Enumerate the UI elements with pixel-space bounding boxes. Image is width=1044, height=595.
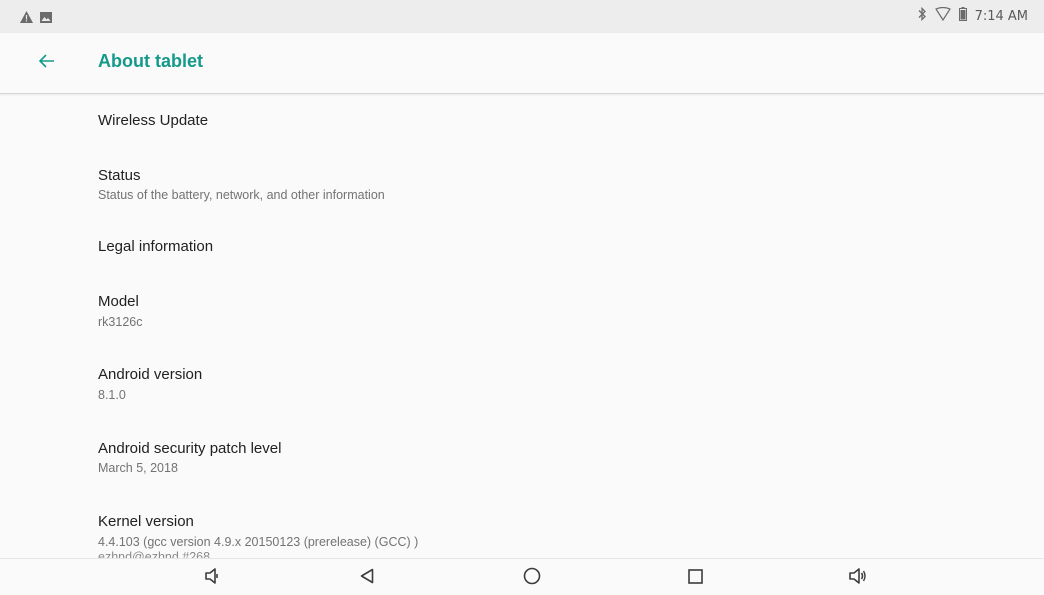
item-title: Wireless Update (98, 112, 209, 129)
battery-icon (958, 7, 967, 25)
list-item-security-patch-level[interactable]: Android security patch level March 5, 20… (0, 427, 1044, 501)
list-item-status[interactable]: Status Status of the battery, network, a… (0, 151, 1044, 217)
list-item-model[interactable]: Model rk3126c (0, 278, 1044, 351)
volume-up-icon (849, 568, 867, 588)
image-icon (40, 8, 52, 27)
wifi-icon (934, 6, 951, 25)
preference-list[interactable]: Wireless Update Status Status of the bat… (0, 94, 1044, 558)
list-item-android-version[interactable]: Android version 8.1.0 (0, 351, 1044, 427)
status-time: 7:14 AM (974, 8, 1028, 24)
status-right-area: 7:14 AM (917, 6, 1028, 25)
screen: 7:14 AM About tablet Wireless Update Sta… (0, 0, 1044, 595)
recents-square-icon (687, 568, 703, 588)
item-title: Model (98, 293, 139, 310)
home-circle-icon (523, 567, 541, 589)
warning-icon (20, 8, 33, 27)
status-bar: 7:14 AM (0, 0, 1044, 33)
arrow-left-icon (38, 53, 55, 72)
volume-down-icon (205, 568, 219, 588)
item-summary: Status of the battery, network, and othe… (98, 188, 385, 202)
item-summary: March 5, 2018 (98, 461, 178, 475)
nav-back-button[interactable] (355, 567, 379, 589)
navigation-bar (0, 558, 1044, 595)
item-summary: 8.1.0 (98, 388, 126, 402)
back-button[interactable] (34, 49, 60, 75)
nav-home-button[interactable] (520, 567, 544, 589)
volume-up-button[interactable] (846, 567, 870, 589)
list-item-legal-information[interactable]: Legal information (0, 217, 1044, 278)
item-title: Android security patch level (98, 440, 282, 457)
status-left-icons (20, 8, 52, 27)
item-summary: 4.4.103 (gcc version 4.9.x 20150123 (pre… (98, 535, 419, 549)
item-title: Status (98, 167, 141, 184)
item-summary: rk3126c (98, 315, 143, 329)
nav-recents-button[interactable] (683, 567, 707, 589)
app-bar: About tablet (0, 33, 1044, 94)
bluetooth-icon (917, 6, 927, 25)
list-item-wireless-update[interactable]: Wireless Update (0, 94, 1044, 151)
item-title: Legal information (98, 238, 214, 255)
item-title: Android version (98, 366, 203, 383)
item-summary-line2: ezhnd@ezhnd #268 (98, 550, 211, 558)
back-triangle-icon (360, 568, 374, 588)
item-title: Kernel version (98, 513, 194, 530)
list-item-kernel-version[interactable]: Kernel version 4.4.103 (gcc version 4.9.… (0, 501, 1044, 558)
page-title: About tablet (98, 51, 203, 71)
volume-down-button[interactable] (200, 567, 224, 589)
